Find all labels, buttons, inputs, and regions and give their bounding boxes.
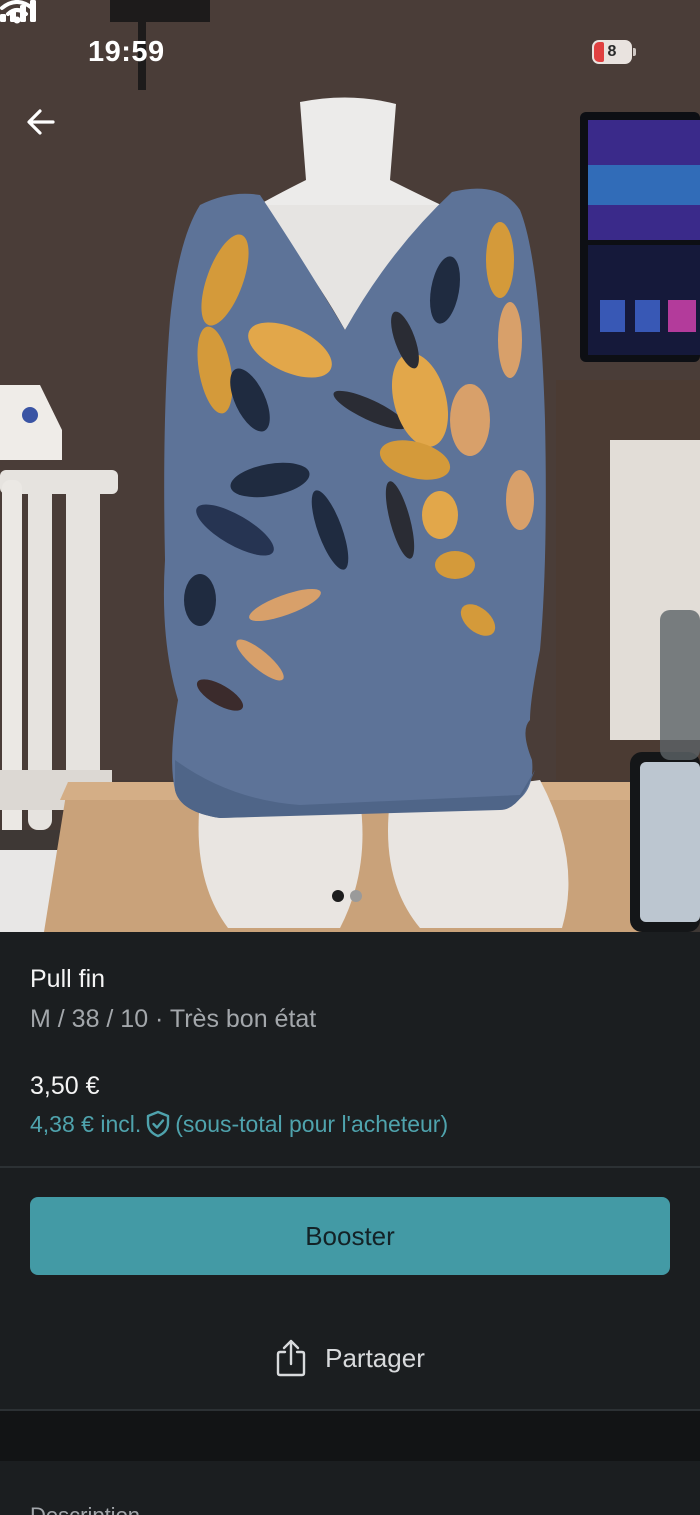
status-time: 19:59 [88,36,165,68]
buyer-price-note: (sous-total pour l'acheteur) [175,1110,449,1137]
battery-tip [633,48,636,56]
battery-indicator: 8 [592,40,636,64]
back-button[interactable] [26,108,74,156]
item-title: Pull fin [30,965,106,993]
shield-check-icon [147,1110,170,1138]
status-bar: 19:59 8 [0,0,700,100]
product-photo-illustration [0,0,700,932]
item-price: 3,50 € [30,1072,100,1100]
share-label: Partager [325,1342,425,1373]
arrow-left-icon [27,109,55,135]
carousel-dot-2[interactable] [350,890,362,902]
item-info-panel: Pull fin M / 38 / 10 · Très bon état 3,5… [0,932,700,1167]
divider [0,1166,700,1168]
item-attributes: M / 38 / 10 · Très bon état [30,1005,317,1033]
battery-level: 8 [607,43,617,60]
booster-button[interactable]: Booster [30,1197,670,1275]
description-section: Description [0,1461,700,1515]
carousel-indicator [332,890,362,902]
wifi-icon [0,0,34,24]
carousel-dot-1[interactable] [332,890,344,902]
buyer-price: 4,38 € incl. [30,1110,142,1137]
share-button[interactable]: Partager [0,1320,700,1396]
section-separator [0,1411,700,1461]
description-label: Description [30,1503,140,1515]
share-icon [276,1339,306,1377]
buyer-price-row[interactable]: 4,38 € incl. (sous-total pour l'acheteur… [30,1110,448,1138]
product-photo[interactable]: 19:59 8 [0,0,700,932]
